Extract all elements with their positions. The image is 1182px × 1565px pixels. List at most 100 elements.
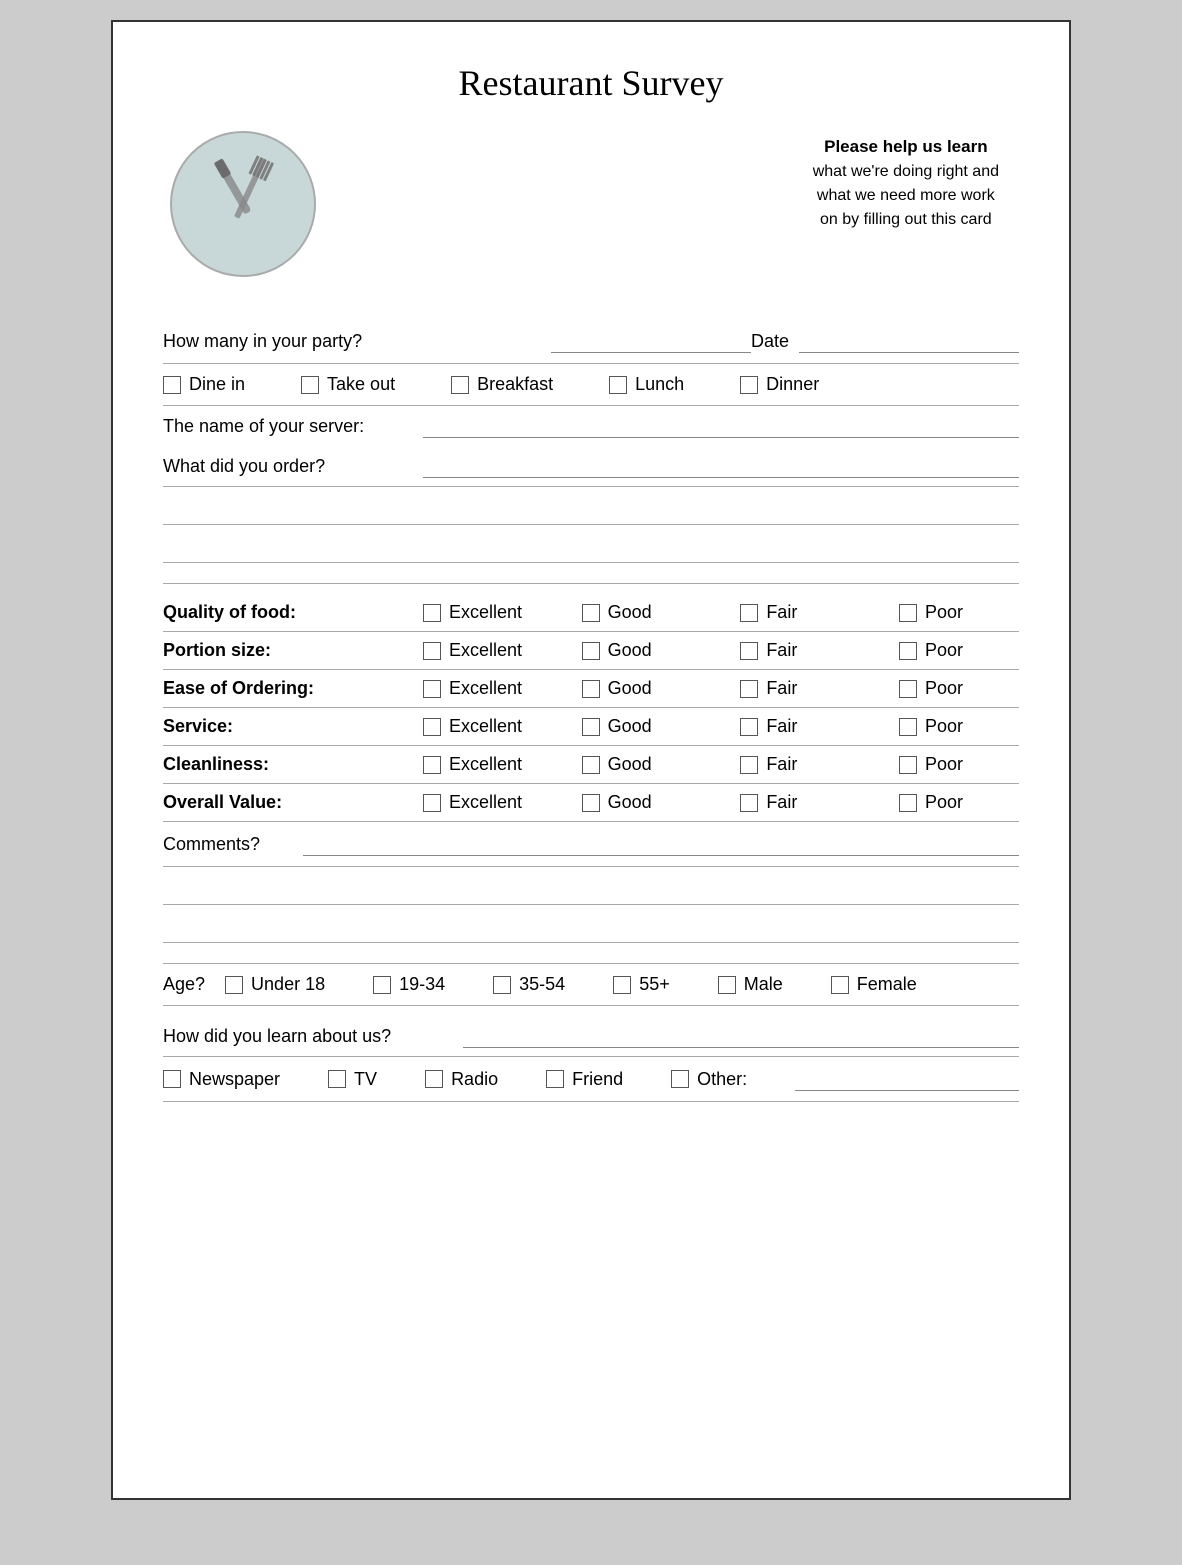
- service-poor-cb[interactable]: [899, 718, 917, 736]
- overall-poor-cb[interactable]: [899, 794, 917, 812]
- rating-ease: Ease of Ordering: Excellent Good Fair Po…: [163, 670, 1019, 708]
- quality-fair: Fair: [740, 602, 860, 623]
- service-fair-cb[interactable]: [740, 718, 758, 736]
- quality-excellent-cb[interactable]: [423, 604, 441, 622]
- quality-fair-cb[interactable]: [740, 604, 758, 622]
- checkbox-male: Male: [718, 974, 783, 995]
- overall-fair: Fair: [740, 792, 860, 813]
- overall-good-label: Good: [608, 792, 652, 813]
- checkbox-under18: Under 18: [225, 974, 325, 995]
- server-input[interactable]: [423, 414, 1019, 438]
- server-section: The name of your server: What did you or…: [163, 406, 1019, 487]
- lunch-label: Lunch: [635, 374, 684, 395]
- dine-in-checkbox[interactable]: [163, 376, 181, 394]
- portion-poor-cb[interactable]: [899, 642, 917, 660]
- service-poor-label: Poor: [925, 716, 963, 737]
- ease-fair: Fair: [740, 678, 860, 699]
- male-cb[interactable]: [718, 976, 736, 994]
- comments-input[interactable]: [303, 832, 1019, 856]
- ease-good: Good: [582, 678, 702, 699]
- date-section: Date: [751, 329, 1019, 353]
- extra-blank-lines: [163, 867, 1019, 964]
- service-good: Good: [582, 716, 702, 737]
- under18-cb[interactable]: [225, 976, 243, 994]
- portion-excellent-cb[interactable]: [423, 642, 441, 660]
- take-out-checkbox[interactable]: [301, 376, 319, 394]
- friend-cb[interactable]: [546, 1070, 564, 1088]
- rating-cleanliness: Cleanliness: Excellent Good Fair Poor: [163, 746, 1019, 784]
- cleanliness-poor-cb[interactable]: [899, 756, 917, 774]
- ease-good-cb[interactable]: [582, 680, 600, 698]
- checkbox-friend: Friend: [546, 1069, 623, 1090]
- checkbox-1934: 19-34: [373, 974, 445, 995]
- cleanliness-fair-cb[interactable]: [740, 756, 758, 774]
- service-excellent-cb[interactable]: [423, 718, 441, 736]
- dinner-checkbox[interactable]: [740, 376, 758, 394]
- service-good-cb[interactable]: [582, 718, 600, 736]
- extra-line-2: [163, 915, 1019, 943]
- 55plus-cb[interactable]: [613, 976, 631, 994]
- logo-area: [163, 124, 363, 289]
- breakfast-checkbox[interactable]: [451, 376, 469, 394]
- portion-good: Good: [582, 640, 702, 661]
- overall-poor-label: Poor: [925, 792, 963, 813]
- service-fair-label: Fair: [766, 716, 797, 737]
- quality-good-cb[interactable]: [582, 604, 600, 622]
- ease-poor-cb[interactable]: [899, 680, 917, 698]
- quality-good-label: Good: [608, 602, 652, 623]
- checkbox-other: Other:: [671, 1069, 747, 1090]
- quality-poor-cb[interactable]: [899, 604, 917, 622]
- tv-cb[interactable]: [328, 1070, 346, 1088]
- rating-service: Service: Excellent Good Fair Poor: [163, 708, 1019, 746]
- checkbox-lunch: Lunch: [609, 374, 684, 395]
- female-label: Female: [857, 974, 917, 995]
- checkbox-tv: TV: [328, 1069, 377, 1090]
- other-input[interactable]: [795, 1067, 1019, 1091]
- cleanliness-good-cb[interactable]: [582, 756, 600, 774]
- blank-line-2: [163, 535, 1019, 563]
- learn-section: How did you learn about us? Newspaper TV…: [163, 1016, 1019, 1102]
- quality-good: Good: [582, 602, 702, 623]
- 1934-cb[interactable]: [373, 976, 391, 994]
- service-excellent: Excellent: [423, 716, 543, 737]
- checkbox-breakfast: Breakfast: [451, 374, 553, 395]
- checkbox-dinner: Dinner: [740, 374, 819, 395]
- checkbox-55plus: 55+: [613, 974, 670, 995]
- quality-poor-label: Poor: [925, 602, 963, 623]
- portion-options: Excellent Good Fair Poor: [423, 640, 1019, 661]
- ease-excellent-cb[interactable]: [423, 680, 441, 698]
- female-cb[interactable]: [831, 976, 849, 994]
- radio-cb[interactable]: [425, 1070, 443, 1088]
- party-input[interactable]: [551, 329, 751, 353]
- cleanliness-excellent-label: Excellent: [449, 754, 522, 775]
- tagline-text: Please help us learn what we're doing ri…: [813, 134, 999, 232]
- portion-fair-label: Fair: [766, 640, 797, 661]
- portion-good-cb[interactable]: [582, 642, 600, 660]
- overall-good-cb[interactable]: [582, 794, 600, 812]
- portion-fair-cb[interactable]: [740, 642, 758, 660]
- lunch-checkbox[interactable]: [609, 376, 627, 394]
- cleanliness-excellent-cb[interactable]: [423, 756, 441, 774]
- quality-excellent: Excellent: [423, 602, 543, 623]
- overall-fair-cb[interactable]: [740, 794, 758, 812]
- meal-type-row: Dine in Take out Breakfast Lunch Dinner: [163, 364, 1019, 406]
- learn-input[interactable]: [463, 1024, 1019, 1048]
- learn-label-row: How did you learn about us?: [163, 1016, 1019, 1057]
- order-input[interactable]: [423, 454, 1019, 478]
- other-cb[interactable]: [671, 1070, 689, 1088]
- newspaper-label: Newspaper: [189, 1069, 280, 1090]
- quality-label: Quality of food:: [163, 602, 423, 623]
- overall-good: Good: [582, 792, 702, 813]
- 1934-label: 19-34: [399, 974, 445, 995]
- rating-portion: Portion size: Excellent Good Fair Poor: [163, 632, 1019, 670]
- dine-in-label: Dine in: [189, 374, 245, 395]
- quality-fair-label: Fair: [766, 602, 797, 623]
- 3554-label: 35-54: [519, 974, 565, 995]
- quality-options: Excellent Good Fair Poor: [423, 602, 1019, 623]
- newspaper-cb[interactable]: [163, 1070, 181, 1088]
- date-input[interactable]: [799, 329, 1019, 353]
- ease-fair-cb[interactable]: [740, 680, 758, 698]
- 3554-cb[interactable]: [493, 976, 511, 994]
- dinner-label: Dinner: [766, 374, 819, 395]
- overall-excellent-cb[interactable]: [423, 794, 441, 812]
